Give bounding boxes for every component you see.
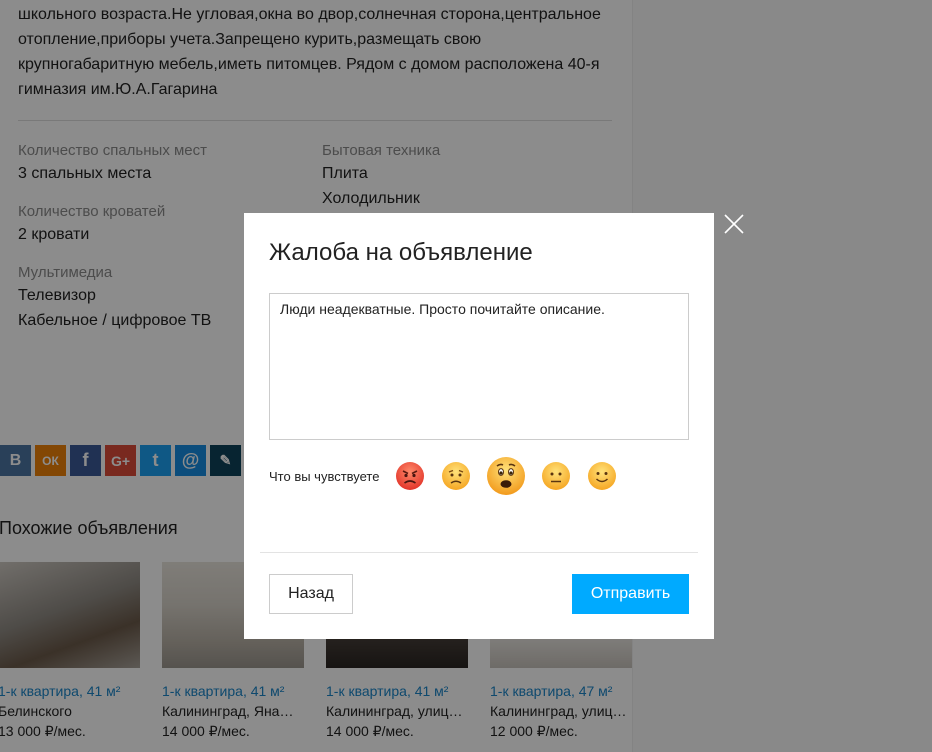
- close-icon[interactable]: [722, 212, 746, 236]
- neutral-emoji-icon[interactable]: [540, 460, 572, 492]
- angry-emoji-icon[interactable]: [394, 460, 426, 492]
- modal-title: Жалоба на объявление: [269, 239, 533, 266]
- complaint-modal: Жалоба на объявление Люди неадекватные. …: [244, 213, 714, 639]
- back-button[interactable]: Назад: [269, 574, 353, 614]
- send-button[interactable]: Отправить: [572, 574, 689, 614]
- smile-emoji-icon[interactable]: [586, 460, 618, 492]
- shocked-emoji-icon[interactable]: [486, 456, 526, 496]
- sad-emoji-icon[interactable]: [440, 460, 472, 492]
- modal-divider: [260, 552, 698, 553]
- feel-label: Что вы чувствуете: [269, 468, 380, 484]
- complaint-textarea[interactable]: Люди неадекватные. Просто почитайте опис…: [269, 293, 689, 440]
- feelings-row: Что вы чувствуете: [269, 456, 625, 496]
